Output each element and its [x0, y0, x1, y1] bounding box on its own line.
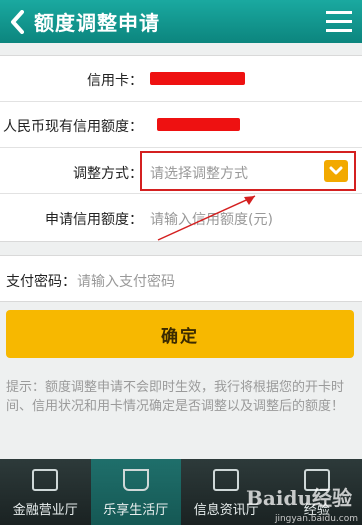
- password-label: 支付密码：: [6, 274, 76, 290]
- cup-icon: [122, 469, 149, 491]
- application-form: 信用卡： 人民币现有信用额度： 调整方式： 请选择调整方式 申请信用额度： 请输…: [0, 55, 362, 242]
- chevron-down-icon: [329, 166, 343, 175]
- redacted-card-number: [150, 72, 245, 85]
- bottom-tab-bar: 金融营业厅 乐享生活厅 信息资讯厅 经验 Baidu经验 jingyan.bai…: [0, 459, 362, 525]
- tab-life-hall[interactable]: 乐享生活厅: [90, 459, 181, 525]
- app-header: 额度调整申请: [0, 0, 362, 43]
- page-title: 额度调整申请: [34, 11, 160, 35]
- tab-label: 金融营业厅: [12, 503, 78, 518]
- tab-label: 乐享生活厅: [103, 503, 169, 518]
- amount-label: 申请信用额度：: [45, 212, 143, 228]
- tab-finance-hall[interactable]: 金融营业厅: [0, 459, 91, 525]
- card-label: 信用卡：: [87, 73, 143, 89]
- baidu-watermark-logo: Baidu经验: [246, 486, 352, 510]
- password-row: 支付密码： 请输入支付密码: [0, 255, 362, 302]
- baidu-watermark-url: jingyan.baidu.com: [274, 514, 358, 524]
- method-select[interactable]: 请选择调整方式: [140, 151, 356, 191]
- redacted-limit-value: [157, 118, 240, 131]
- method-placeholder: 请选择调整方式: [150, 166, 248, 182]
- back-button[interactable]: [0, 0, 34, 43]
- method-row: 调整方式： 请选择调整方式: [0, 148, 362, 194]
- password-input[interactable]: 请输入支付密码: [77, 271, 175, 291]
- amount-input[interactable]: 请输入信用额度(元): [150, 209, 273, 229]
- limit-label: 人民币现有信用额度：: [3, 119, 143, 135]
- newspaper-icon: [213, 469, 240, 491]
- method-label: 调整方式：: [73, 166, 143, 182]
- chevron-left-icon: [11, 9, 24, 34]
- dropdown-button[interactable]: [324, 160, 348, 182]
- list-menu-icon[interactable]: [326, 9, 352, 35]
- tip-text: 提示：额度调整申请不会即时生效，我行将根据您的开卡时间、信用状况和用卡情况确定是…: [6, 380, 345, 414]
- amount-row: 申请信用额度： 请输入信用额度(元): [0, 194, 362, 242]
- limit-row: 人民币现有信用额度：: [0, 102, 362, 148]
- confirm-button[interactable]: 确定: [6, 310, 354, 358]
- card-row: 信用卡：: [0, 56, 362, 102]
- briefcase-icon: [32, 469, 59, 491]
